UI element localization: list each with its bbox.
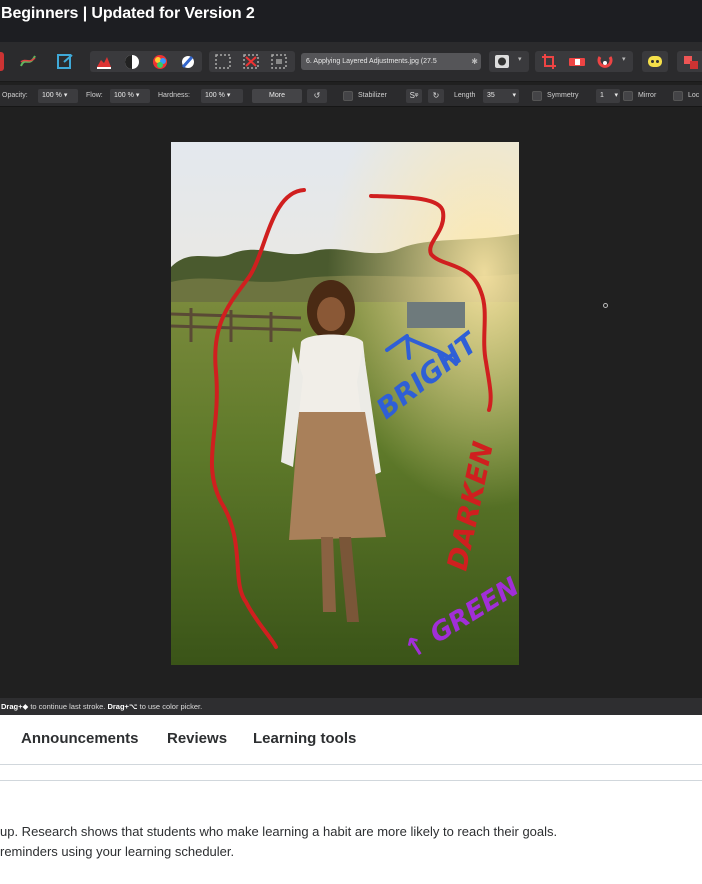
- marquee-icon[interactable]: [214, 52, 232, 71]
- barn: [407, 302, 465, 328]
- chevron-down-icon: ▾: [614, 92, 618, 99]
- length-value: 35: [487, 92, 495, 99]
- photo-illustration: BRIGHT DARKEN ↑ GREEN: [171, 142, 519, 665]
- chevron-down-icon: ▾: [63, 92, 68, 99]
- deselect-icon[interactable]: [242, 52, 260, 71]
- symmetry-label: Symmetry: [547, 92, 579, 99]
- levels-icon[interactable]: [95, 52, 113, 71]
- mirror-label: Mirror: [638, 92, 657, 99]
- length-label: Length: [454, 92, 476, 99]
- chevron-down-icon[interactable]: ▾: [622, 55, 626, 63]
- stabilizer-label: Stabilizer: [358, 92, 387, 99]
- opacity-label: Opacity:: [2, 92, 28, 99]
- hardness-value: 100 %: [205, 92, 225, 99]
- status-text-2: to use color picker.: [137, 702, 203, 711]
- hardness-dropdown[interactable]: 100 % ▾: [201, 89, 243, 103]
- symmetry-value: 1: [600, 92, 604, 99]
- opacity-value: 100 %: [42, 92, 62, 99]
- stabilizer-checkbox[interactable]: [343, 91, 353, 101]
- flow-value: 100 %: [114, 92, 134, 99]
- chevron-down-icon: ▾: [226, 92, 231, 99]
- document-tab-label: 6. Applying Layered Adjustments.jpg (27.…: [306, 58, 437, 65]
- contrast-icon[interactable]: [123, 52, 141, 71]
- video-player[interactable]: 6. Applying Layered Adjustments.jpg (27.…: [0, 42, 702, 715]
- crop-icon[interactable]: [540, 52, 558, 71]
- context-toolbar: Opacity: 100 % ▾ Flow: 100 % ▾ Hardness:…: [0, 85, 702, 107]
- chevron-down-icon: ▾: [512, 92, 516, 99]
- arrange-icon[interactable]: [682, 52, 700, 71]
- lock-label: Loc: [688, 92, 700, 99]
- status-bar: Drag+◆ to continue last stroke. Drag+⌥ t…: [0, 698, 702, 715]
- symmetry-count-dropdown[interactable]: 1 ▾: [596, 89, 620, 103]
- toggle-icon[interactable]: [567, 52, 587, 71]
- assistant-icon[interactable]: [646, 52, 664, 71]
- course-title: Beginners | Updated for Version 2: [1, 5, 255, 22]
- document-tab[interactable]: 6. Applying Layered Adjustments.jpg (27.…: [301, 53, 481, 70]
- red-stroke-icon: [0, 52, 4, 71]
- color-picker-icon[interactable]: [179, 52, 197, 71]
- mirror-checkbox[interactable]: [623, 91, 633, 101]
- flow-label: Flow:: [86, 92, 103, 99]
- reminder-line-1: up. Research shows that students who mak…: [0, 824, 558, 839]
- window-mode-icon[interactable]: ↻: [428, 89, 444, 103]
- course-tabs: Announcements Reviews Learning tools: [0, 715, 702, 765]
- hardness-label: Hardness:: [158, 92, 190, 99]
- lock-checkbox[interactable]: [673, 91, 683, 101]
- flow-dropdown[interactable]: 100 % ▾: [110, 89, 150, 103]
- section-divider: [0, 780, 702, 781]
- length-dropdown[interactable]: 35 ▾: [483, 89, 519, 103]
- color-wheel-icon[interactable]: [151, 52, 169, 71]
- document-canvas[interactable]: BRIGHT DARKEN ↑ GREEN: [171, 142, 519, 665]
- chevron-down-icon: ▾: [135, 92, 140, 99]
- tab-reviews[interactable]: Reviews: [167, 730, 227, 747]
- status-drag-alt: Drag+⌥: [107, 702, 138, 711]
- symmetry-checkbox[interactable]: [532, 91, 542, 101]
- app-toolbar: 6. Applying Layered Adjustments.jpg (27.…: [0, 42, 702, 82]
- status-text-1: to continue last stroke.: [28, 702, 108, 711]
- tab-learning-tools[interactable]: Learning tools: [253, 730, 356, 747]
- reminder-line-2: reminders using your learning scheduler.: [0, 844, 235, 859]
- course-title-bar: Beginners | Updated for Version 2: [0, 0, 702, 42]
- brush-cursor: [603, 303, 608, 308]
- tab-announcements[interactable]: Announcements: [21, 730, 139, 747]
- pressure-icon[interactable]: ↺: [307, 89, 327, 103]
- status-drag-shift: Drag+◆: [1, 702, 29, 711]
- quick-mask-icon[interactable]: [493, 52, 511, 71]
- curves-icon: [19, 52, 37, 71]
- chevron-down-icon[interactable]: ▾: [518, 55, 522, 63]
- more-button[interactable]: More: [252, 89, 302, 103]
- close-tab-icon[interactable]: ✱: [471, 53, 478, 70]
- rope-mode-icon[interactable]: Sᵠ: [406, 89, 422, 103]
- export-persona-icon: [56, 52, 74, 71]
- reminder-text: up. Research shows that students who mak…: [0, 822, 702, 862]
- snapping-icon[interactable]: [596, 52, 614, 71]
- invert-selection-icon[interactable]: [270, 52, 288, 71]
- opacity-dropdown[interactable]: 100 % ▾: [38, 89, 78, 103]
